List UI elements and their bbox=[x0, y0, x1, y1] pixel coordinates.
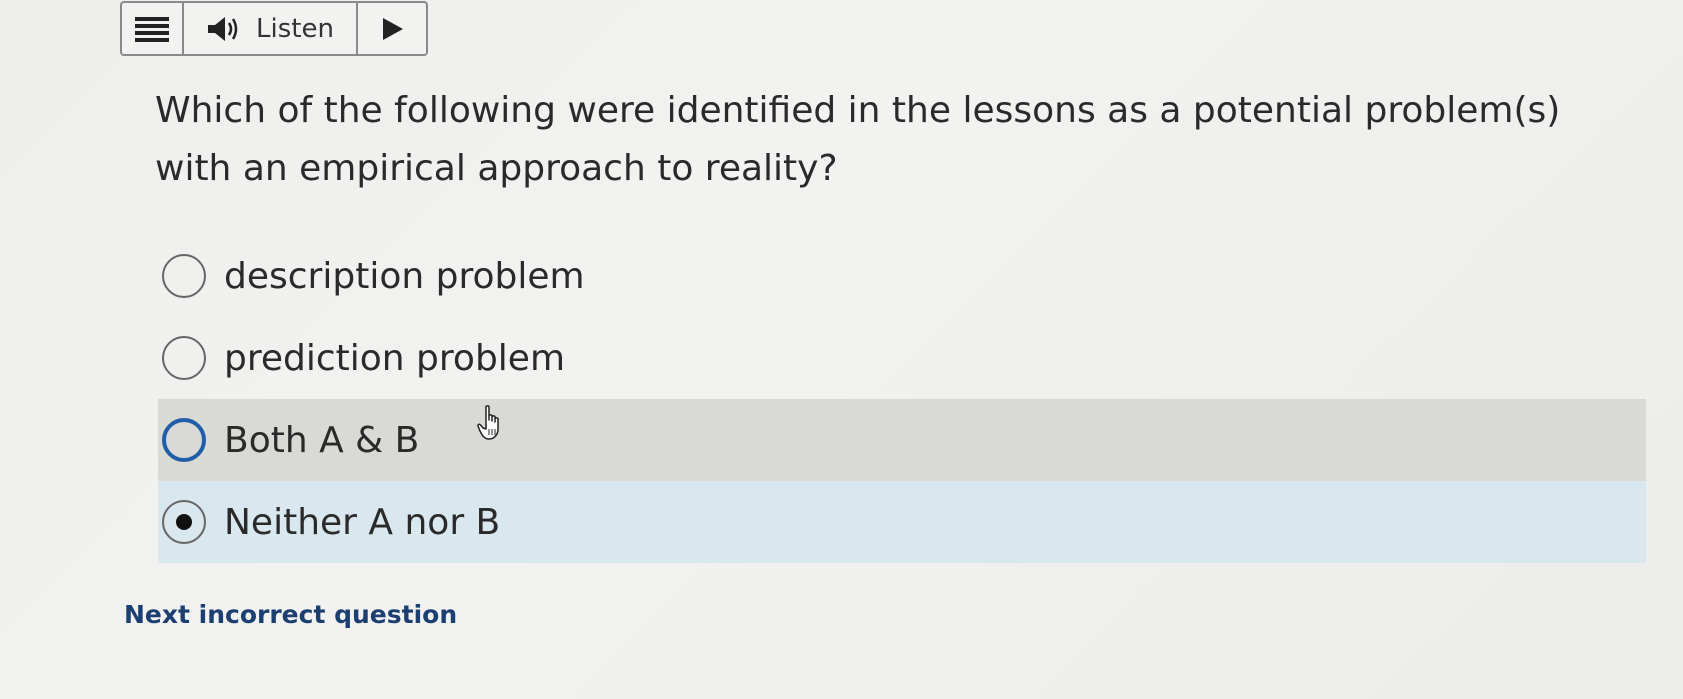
radio-button[interactable] bbox=[162, 418, 206, 462]
listen-button[interactable]: Listen bbox=[184, 3, 358, 54]
option-label: description problem bbox=[224, 255, 585, 297]
listen-toolbar: Listen bbox=[120, 1, 428, 56]
option-description-problem[interactable]: description problem bbox=[158, 235, 1646, 317]
menu-button[interactable] bbox=[122, 3, 184, 54]
next-incorrect-question-link[interactable]: Next incorrect question bbox=[124, 600, 457, 629]
option-neither-a-nor-b[interactable]: Neither A nor B bbox=[158, 481, 1646, 563]
radio-button[interactable] bbox=[162, 500, 206, 544]
option-both-a-b[interactable]: Both A & B bbox=[158, 399, 1646, 481]
option-label: prediction problem bbox=[224, 337, 566, 379]
question-text: Which of the following were identified i… bbox=[155, 90, 1561, 189]
option-label: Both A & B bbox=[224, 419, 420, 461]
play-button[interactable] bbox=[358, 3, 426, 54]
listen-label: Listen bbox=[256, 13, 334, 44]
play-icon bbox=[383, 17, 403, 40]
hamburger-icon bbox=[135, 16, 169, 42]
radio-button[interactable] bbox=[162, 254, 206, 298]
speaker-icon bbox=[208, 16, 238, 41]
radio-button[interactable] bbox=[162, 336, 206, 380]
radio-selected-dot bbox=[176, 514, 192, 530]
hand-cursor-icon bbox=[477, 405, 499, 440]
option-prediction-problem[interactable]: prediction problem bbox=[158, 317, 1646, 399]
option-label: Neither A nor B bbox=[224, 501, 501, 543]
